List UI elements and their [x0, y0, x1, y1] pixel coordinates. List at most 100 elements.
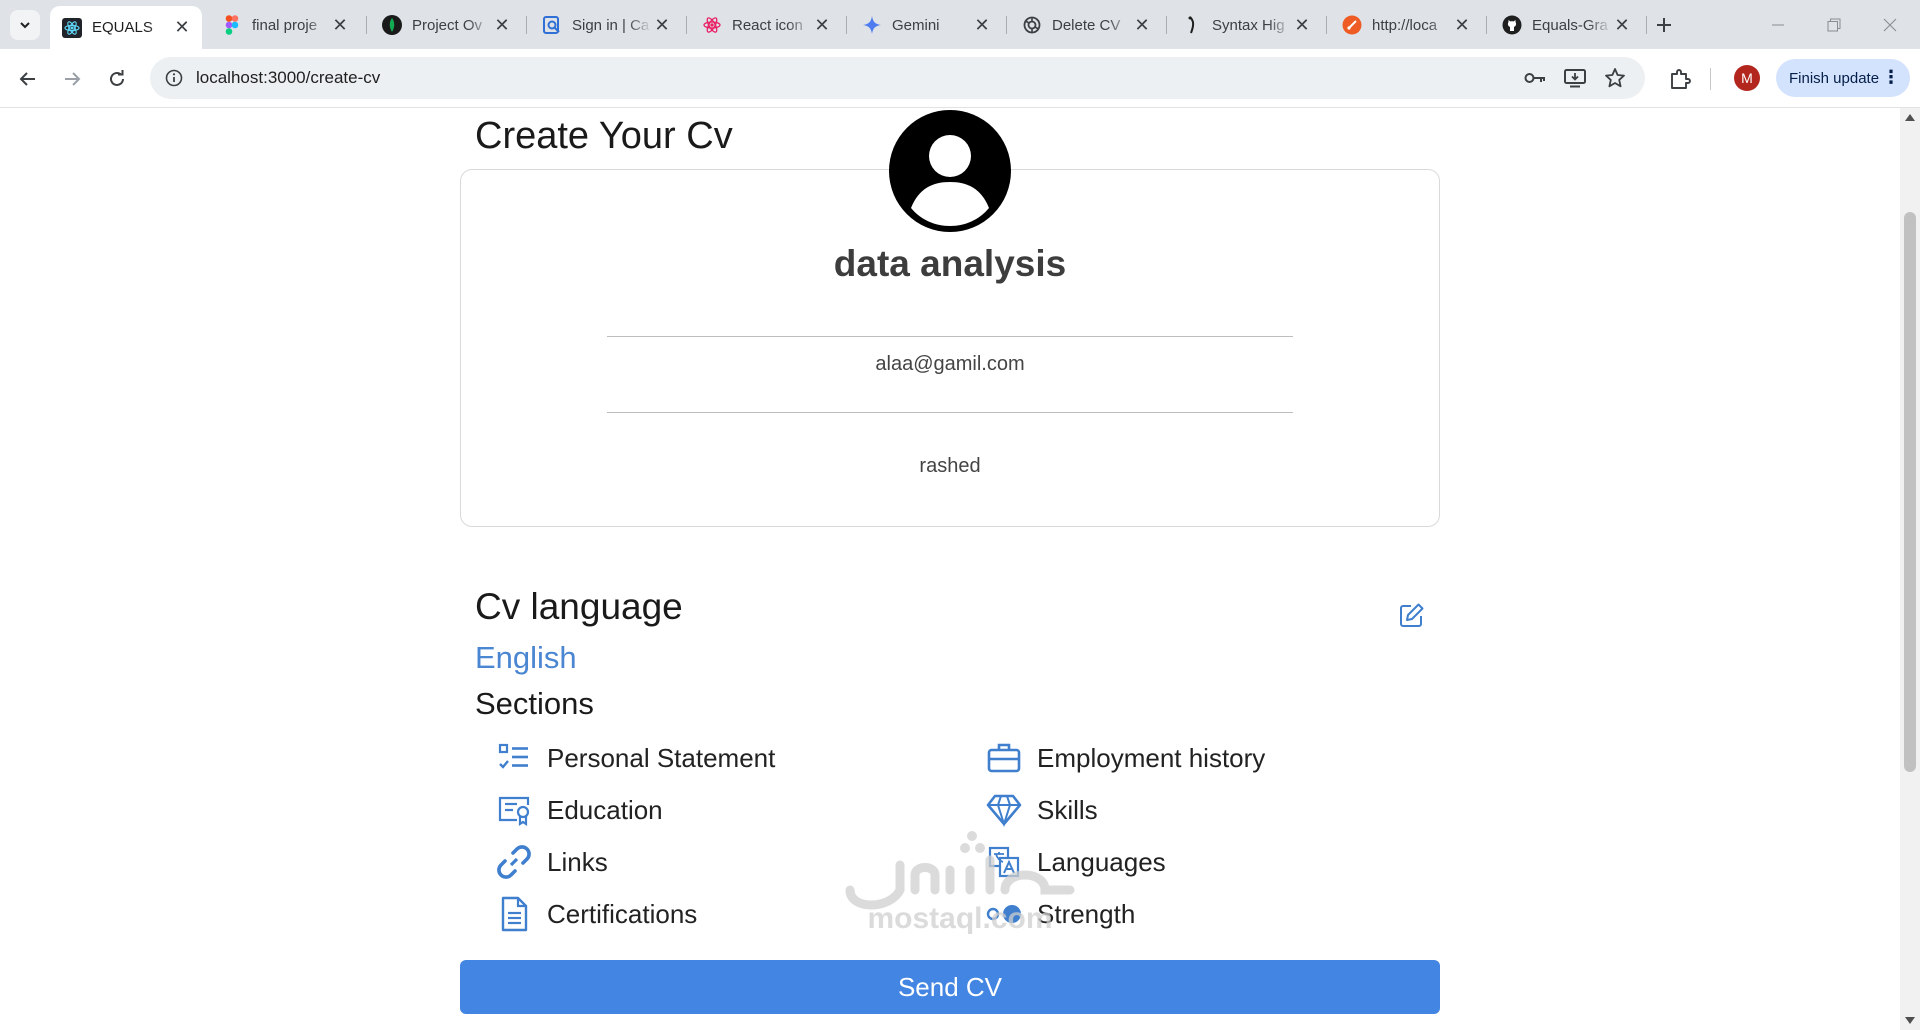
- tab-title: EQUALS: [92, 19, 153, 36]
- restore-button[interactable]: [1806, 0, 1862, 49]
- section-education[interactable]: Education: [495, 790, 663, 830]
- profile-divider: [607, 336, 1293, 337]
- close-tab-icon[interactable]: ✕: [330, 15, 350, 35]
- file-text-icon: [495, 895, 533, 933]
- sections-title: Sections: [475, 686, 594, 721]
- restore-icon: [1827, 18, 1841, 31]
- tab-title: final proje: [252, 16, 318, 34]
- section-strength[interactable]: Strength: [985, 894, 1135, 934]
- back-button[interactable]: [11, 62, 45, 96]
- section-personal-statement[interactable]: Personal Statement: [495, 738, 775, 778]
- section-links[interactable]: Links: [495, 842, 608, 882]
- page-scrollbar[interactable]: [1900, 108, 1920, 1030]
- close-tab-icon[interactable]: ✕: [1132, 15, 1152, 35]
- section-label: Links: [547, 846, 608, 877]
- finish-update-button[interactable]: Finish update ⋮: [1776, 59, 1910, 97]
- scrollbar-thumb[interactable]: [1904, 212, 1916, 772]
- close-tab-icon[interactable]: ✕: [972, 15, 992, 35]
- address-bar[interactable]: localhost:3000/create-cv: [150, 57, 1645, 99]
- bookmark-star-icon[interactable]: [1602, 65, 1628, 91]
- tab-separator: [1326, 16, 1327, 34]
- tab-figma[interactable]: final proje ✕: [210, 7, 360, 43]
- checklist-icon: [495, 739, 533, 777]
- finish-update-label: Finish update: [1789, 69, 1880, 87]
- postman-icon: [1342, 15, 1362, 35]
- tab-search-button[interactable]: [10, 10, 40, 40]
- tab-title: http://loca: [1372, 16, 1438, 34]
- extensions-button[interactable]: [1663, 62, 1697, 96]
- tab-separator: [846, 16, 847, 34]
- tab-github[interactable]: Equals-Gra ✕: [1490, 7, 1642, 43]
- tab-title: Equals-Gra: [1532, 16, 1608, 34]
- profile-avatar-button[interactable]: M: [1734, 65, 1760, 91]
- tab-title: React icon: [732, 16, 803, 34]
- tab-syntax-highlighter[interactable]: Syntax Hig ✕: [1170, 7, 1322, 43]
- edit-icon: [1400, 603, 1424, 627]
- scroll-up-arrow-icon[interactable]: [1905, 114, 1915, 121]
- close-tab-icon[interactable]: ✕: [1452, 15, 1472, 35]
- tab-react-icons[interactable]: React icon ✕: [690, 7, 842, 43]
- tab-title: Delete CV: [1052, 16, 1121, 34]
- tab-gemini[interactable]: Gemini ✕: [850, 7, 1002, 43]
- close-icon: [1883, 18, 1897, 31]
- puzzle-icon: [1671, 69, 1691, 89]
- section-languages[interactable]: Languages: [985, 842, 1166, 882]
- page-content: Create Your Cv data analysis alaa@gamil.…: [0, 108, 1900, 1030]
- translate-icon: [985, 843, 1023, 881]
- section-skills[interactable]: Skills: [985, 790, 1098, 830]
- key-icon[interactable]: [1522, 65, 1548, 91]
- tab-sign-in[interactable]: Sign in | Ca ✕: [530, 7, 682, 43]
- install-app-icon[interactable]: [1562, 65, 1588, 91]
- tab-separator: [1006, 16, 1007, 34]
- tab-mongodb[interactable]: Project Ov ✕: [370, 7, 522, 43]
- tab-separator: [366, 16, 367, 34]
- browser-toolbar: localhost:3000/create-cv M Finish update…: [0, 49, 1920, 108]
- section-label: Strength: [1037, 898, 1136, 929]
- user-avatar-icon: [889, 110, 1011, 232]
- close-tab-icon[interactable]: ✕: [492, 15, 512, 35]
- diamond-icon: [985, 791, 1023, 829]
- tab-title: Gemini: [892, 16, 940, 34]
- close-tab-icon[interactable]: ✕: [652, 15, 672, 35]
- chevron-down-icon: [20, 22, 30, 29]
- profile-last-name: rashed: [919, 455, 981, 477]
- tab-title: Syntax Hig: [1212, 16, 1285, 34]
- tab-separator: [686, 16, 687, 34]
- section-label: Personal Statement: [547, 742, 776, 773]
- close-tab-icon[interactable]: ✕: [1292, 15, 1312, 35]
- section-label: Languages: [1037, 846, 1166, 877]
- close-tab-icon[interactable]: ✕: [812, 15, 832, 35]
- scroll-down-arrow-icon[interactable]: [1905, 1017, 1915, 1024]
- page-title: Create Your Cv: [475, 115, 733, 157]
- cv-language-value[interactable]: English: [475, 640, 577, 676]
- react-icon: [62, 17, 82, 38]
- close-tab-icon[interactable]: ✕: [172, 17, 192, 38]
- tab-strip: EQUALS ✕ final proje ✕ Project Ov ✕ Sign…: [0, 0, 1920, 49]
- reload-button[interactable]: [100, 62, 134, 96]
- tab-separator: [1646, 16, 1647, 34]
- minimize-icon: [1772, 24, 1784, 25]
- close-window-button[interactable]: [1862, 0, 1918, 49]
- new-tab-button[interactable]: [1651, 12, 1677, 38]
- profile-email: alaa@gamil.com: [875, 353, 1025, 375]
- tab-separator: [526, 16, 527, 34]
- github-icon: [1502, 15, 1522, 35]
- plus-icon: [1657, 18, 1671, 32]
- toggle-dots-icon: [985, 895, 1023, 933]
- minimize-button[interactable]: [1750, 0, 1806, 49]
- tab-title: Project Ov: [412, 16, 483, 34]
- cv-language-title: Cv language: [475, 586, 683, 627]
- section-certifications[interactable]: Certifications: [495, 894, 697, 934]
- tab-delete-cv[interactable]: Delete CV ✕: [1010, 7, 1162, 43]
- forward-button[interactable]: [55, 62, 89, 96]
- tab-localhost[interactable]: http://loca ✕: [1330, 7, 1482, 43]
- more-vert-icon: ⋮: [1882, 67, 1900, 87]
- edit-language-button[interactable]: [1398, 601, 1426, 629]
- section-employment-history[interactable]: Employment history: [985, 738, 1265, 778]
- url-text[interactable]: localhost:3000/create-cv: [196, 68, 380, 88]
- close-tab-icon[interactable]: ✕: [1612, 15, 1632, 35]
- tab-equals[interactable]: EQUALS ✕: [50, 6, 202, 49]
- send-cv-button[interactable]: Send CV: [460, 960, 1440, 1014]
- section-label: Skills: [1037, 794, 1098, 825]
- site-info-icon[interactable]: [162, 66, 186, 90]
